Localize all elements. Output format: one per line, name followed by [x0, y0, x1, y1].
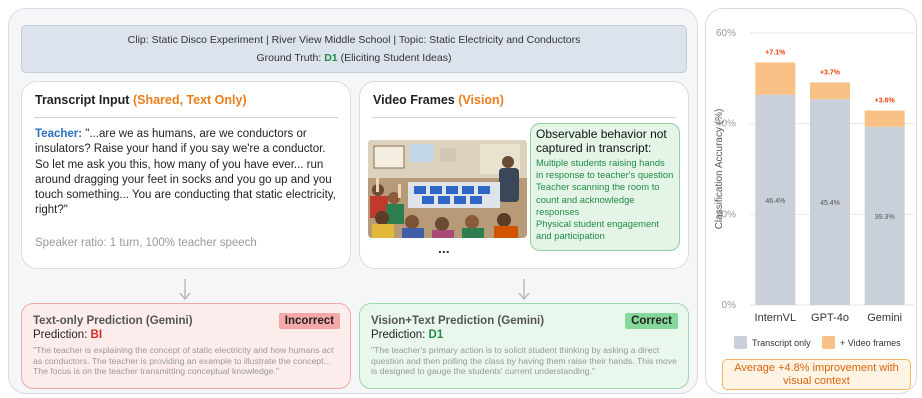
video-card-title: Video Frames (Vision): [373, 93, 504, 107]
more-frames-ellipsis: ...: [438, 240, 450, 256]
prediction-line: Prediction: BI: [33, 329, 102, 341]
observable-behavior-title: Observable behavior not captured in tran…: [536, 127, 667, 155]
chart-legend: Transcript only + Video frames: [734, 336, 914, 352]
divider: [34, 117, 338, 118]
x-tick-label: GPT-4o: [811, 312, 849, 324]
text-only-prediction-card: Text-only Prediction (Gemini) Incorrect …: [21, 303, 351, 389]
y-tick-label: 60%: [716, 28, 736, 39]
bar-video-gain: [864, 110, 905, 127]
gain-label: +3.7%: [820, 69, 841, 76]
prediction-line: Prediction: D1: [371, 329, 443, 341]
improvement-callout: Average +4.8% improvement with visual co…: [722, 359, 911, 390]
speaker-label: Teacher:: [35, 128, 83, 140]
observable-behavior-box: Observable behavior not captured in tran…: [530, 123, 680, 251]
accuracy-chart-panel: 0% 20% 40% 60% Classification Accuracy (%) 46…: [705, 8, 917, 394]
prediction-rationale: "The teacher is explaining the concept o…: [33, 345, 334, 377]
bar-value-label: 39.3%: [875, 214, 895, 221]
bar-value-label: 46.4%: [765, 198, 785, 205]
ground-truth: Ground Truth: D1 (Eliciting Student Idea…: [22, 49, 686, 67]
clip-header: Clip: Static Disco Experiment | River Vi…: [21, 25, 687, 73]
transcript-card: Transcript Input (Shared, Text Only) Tea…: [21, 81, 351, 269]
prediction-value: D1: [428, 329, 444, 341]
bar-video-gain: [755, 62, 796, 95]
observation-item: Multiple students raising hands in respo…: [536, 157, 674, 181]
comparison-panel: Clip: Static Disco Experiment | River Vi…: [8, 8, 698, 394]
gain-label: +7.1%: [765, 49, 786, 56]
legend-swatch-transcript: [734, 336, 747, 349]
transcript-card-title: Transcript Input (Shared, Text Only): [35, 93, 247, 107]
prediction-label: Prediction:: [33, 329, 88, 341]
y-axis-label: Classification Accuracy (%): [714, 109, 725, 230]
gain-label: +3.6%: [875, 98, 896, 105]
video-title-main: Video Frames: [373, 93, 455, 107]
arrow-down-icon: [518, 279, 530, 301]
clip-info: Clip: Static Disco Experiment | River Vi…: [127, 34, 581, 46]
observation-item: Physical student engagement and particip…: [536, 218, 659, 242]
legend-label-transcript: Transcript only: [752, 338, 811, 348]
legend-label-video: + Video frames: [840, 338, 901, 348]
divider: [372, 117, 676, 118]
arrow-down-icon: [179, 279, 191, 301]
accuracy-chart: 0%20%40%60%Classification Accuracy (%) 46…: [714, 28, 914, 324]
video-title-accent: (Vision): [458, 93, 504, 107]
bar-value-label: 45.4%: [820, 200, 840, 207]
transcript-utterance: "...are we as humans, are we conductors …: [35, 128, 336, 217]
transcript-title-main: Transcript Input: [35, 93, 130, 107]
correct-badge: Correct: [625, 313, 678, 329]
ground-truth-label: Ground Truth:: [256, 52, 322, 64]
ground-truth-value: D1: [324, 52, 338, 64]
incorrect-badge: Incorrect: [278, 313, 340, 329]
prediction-label: Prediction:: [371, 329, 426, 341]
legend-swatch-video: [822, 336, 835, 349]
bar-video-gain: [810, 82, 850, 100]
vision-text-prediction-title: Vision+Text Prediction (Gemini): [371, 315, 545, 327]
classroom-photo-image: [368, 140, 527, 238]
classroom-photo: [368, 140, 527, 238]
y-tick-label: 0%: [722, 300, 737, 311]
text-only-prediction-title: Text-only Prediction (Gemini): [33, 315, 193, 327]
prediction-value: BI: [90, 329, 103, 341]
x-tick-label: Gemini: [867, 312, 902, 324]
transcript-title-accent: (Shared, Text Only): [132, 93, 247, 107]
prediction-rationale: "The teacher's primary action is to soli…: [371, 345, 678, 377]
observation-item: Teacher scanning the room to count and a…: [536, 181, 660, 217]
ground-truth-description: (Eliciting Student Ideas): [340, 52, 452, 64]
speaker-ratio: Speaker ratio: 1 turn, 100% teacher spee…: [35, 237, 257, 249]
video-card: Video Frames (Vision) ... Observable beh…: [359, 81, 689, 269]
vision-text-prediction-card: Vision+Text Prediction (Gemini) Correct …: [359, 303, 689, 389]
transcript-text: Teacher: "...are we as humans, are we co…: [35, 127, 340, 219]
x-tick-label: InternVL: [755, 312, 797, 324]
